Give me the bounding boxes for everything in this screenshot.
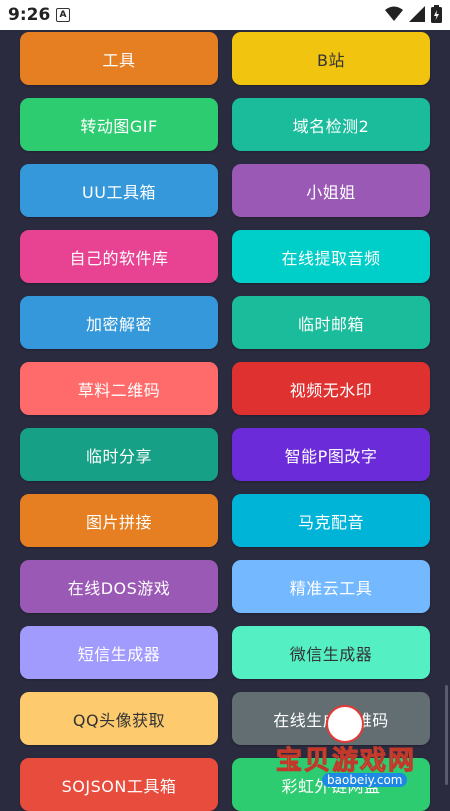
tool-button[interactable]: 域名检测2 — [232, 98, 430, 151]
tool-button[interactable]: 在线DOS游戏 — [20, 560, 218, 613]
tool-button[interactable]: 微信生成器 — [232, 626, 430, 679]
tool-button[interactable]: 图片拼接 — [20, 494, 218, 547]
tool-button[interactable]: 草料二维码 — [20, 362, 218, 415]
battery-icon — [431, 5, 442, 23]
tool-button[interactable]: 转动图GIF — [20, 98, 218, 151]
status-bar: 9:26 A — [0, 0, 450, 30]
status-icons — [385, 5, 442, 23]
tool-button[interactable]: QQ头像获取 — [20, 692, 218, 745]
tool-button[interactable]: 小姐姐 — [232, 164, 430, 217]
tool-button[interactable]: 自己的软件库 — [20, 230, 218, 283]
tool-button-grid: 工具 B站 转动图GIF 域名检测2 UU工具箱 小姐姐 自己的软件库 在线提取音频 加密解密临… — [20, 32, 430, 811]
tool-button[interactable]: 工具 — [20, 32, 218, 85]
clock: 9:26 — [8, 5, 51, 25]
a-icon: A — [56, 8, 70, 22]
tool-button[interactable]: SOJSON工具箱 — [20, 758, 218, 811]
tool-button[interactable]: 加密解密 — [20, 296, 218, 349]
tool-button[interactable]: 临时分享 — [20, 428, 218, 481]
scrollbar[interactable] — [445, 685, 448, 785]
tool-button[interactable]: 视频无水印 — [232, 362, 430, 415]
tool-button[interactable]: 短信生成器 — [20, 626, 218, 679]
tool-button[interactable]: 马克配音 — [232, 494, 430, 547]
tool-button[interactable]: 彩虹外链网盘 — [232, 758, 430, 811]
wifi-icon — [385, 6, 403, 21]
tool-button[interactable]: UU工具箱 — [20, 164, 218, 217]
tool-button[interactable]: 在线生成二维码 — [232, 692, 430, 745]
tool-button[interactable]: 临时邮箱 — [232, 296, 430, 349]
tool-button[interactable]: 智能P图改字 — [232, 428, 430, 481]
tool-button[interactable]: 精准云工具 — [232, 560, 430, 613]
signal-icon — [409, 6, 425, 22]
tool-button[interactable]: B站 — [232, 32, 430, 85]
tool-button[interactable]: 在线提取音频 — [232, 230, 430, 283]
